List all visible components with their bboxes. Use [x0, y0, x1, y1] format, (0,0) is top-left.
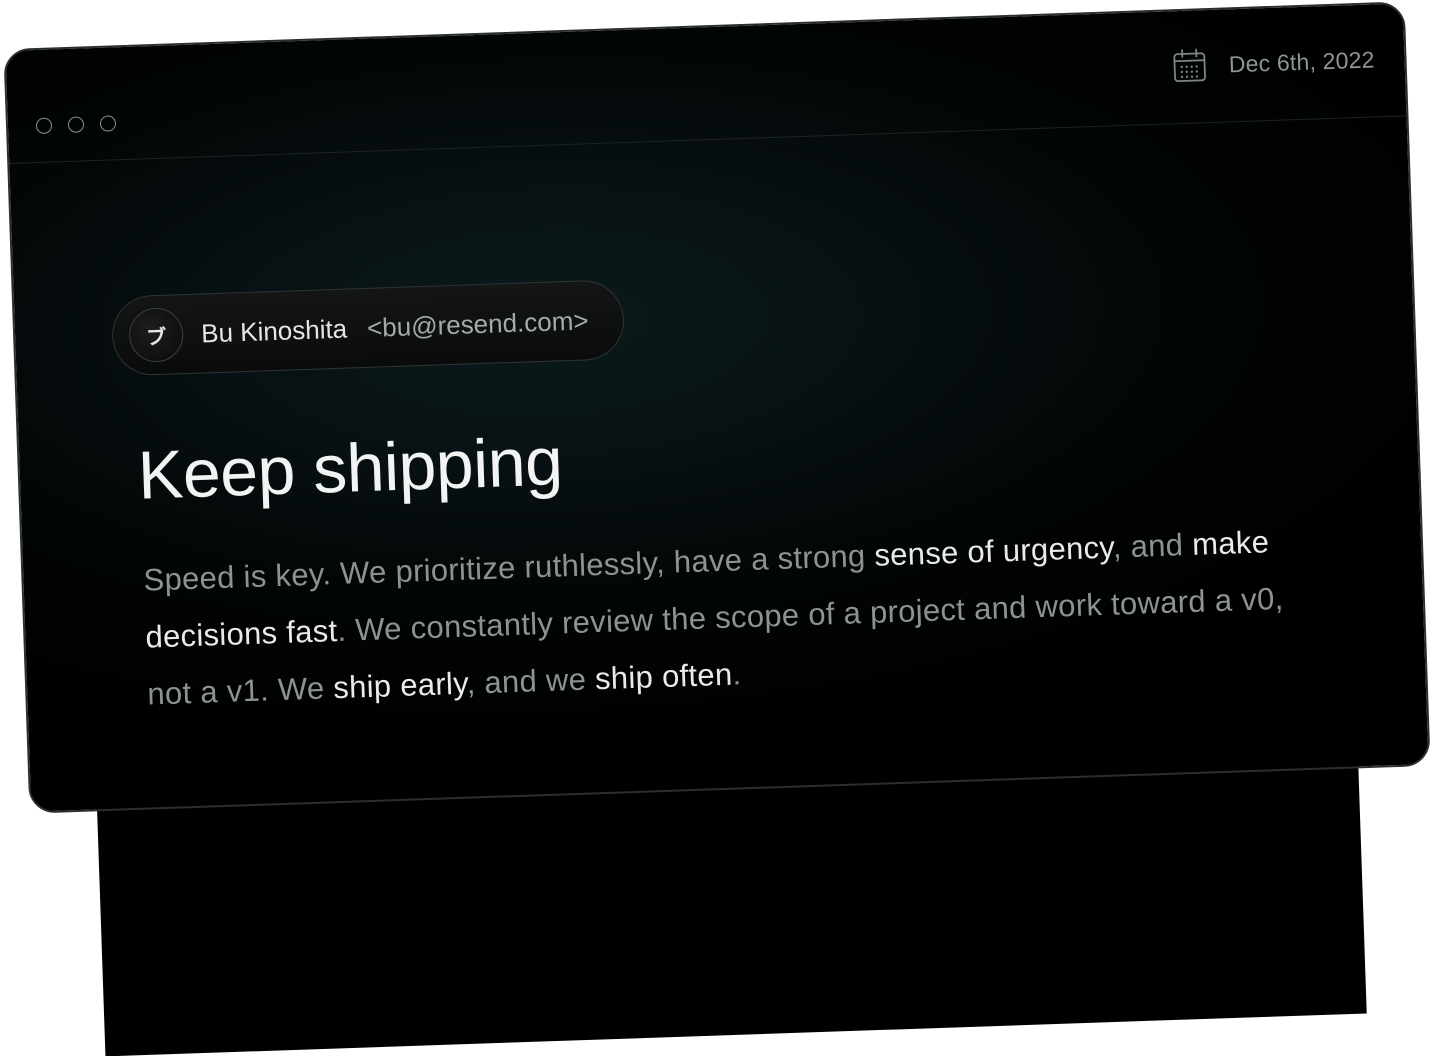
- calendar-icon: [1172, 48, 1207, 83]
- window-controls: [36, 115, 116, 134]
- window-maximize-dot[interactable]: [100, 115, 117, 132]
- body-highlight: sense of urgency: [874, 530, 1114, 573]
- body-highlight: ship often: [594, 657, 733, 697]
- email-body: Speed is key. We prioritize ruthlessly, …: [143, 512, 1318, 723]
- body-segment: .: [732, 656, 742, 691]
- email-date: Dec 6th, 2022: [1228, 46, 1375, 78]
- stage: Dec 6th, 2022 ブ Bu Kinoshita <bu@resend.…: [0, 0, 1434, 1050]
- window-titlebar: Dec 6th, 2022: [5, 3, 1406, 164]
- body-segment: , and we: [466, 661, 596, 700]
- sender-name: Bu Kinoshita: [201, 313, 348, 349]
- avatar: ブ: [128, 307, 184, 363]
- sender-email: <bu@resend.com>: [367, 305, 589, 344]
- date-display: Dec 6th, 2022: [1172, 42, 1375, 83]
- email-window: Dec 6th, 2022 ブ Bu Kinoshita <bu@resend.…: [3, 1, 1430, 813]
- body-segment: , and: [1112, 527, 1193, 565]
- body-segment: Speed is key. We prioritize ruthlessly, …: [143, 538, 875, 598]
- window-minimize-dot[interactable]: [68, 116, 85, 133]
- window-close-dot[interactable]: [36, 117, 53, 134]
- email-subject: Keep shipping: [137, 422, 564, 514]
- sender-pill[interactable]: ブ Bu Kinoshita <bu@resend.com>: [111, 279, 625, 376]
- body-highlight: ship early: [333, 666, 467, 706]
